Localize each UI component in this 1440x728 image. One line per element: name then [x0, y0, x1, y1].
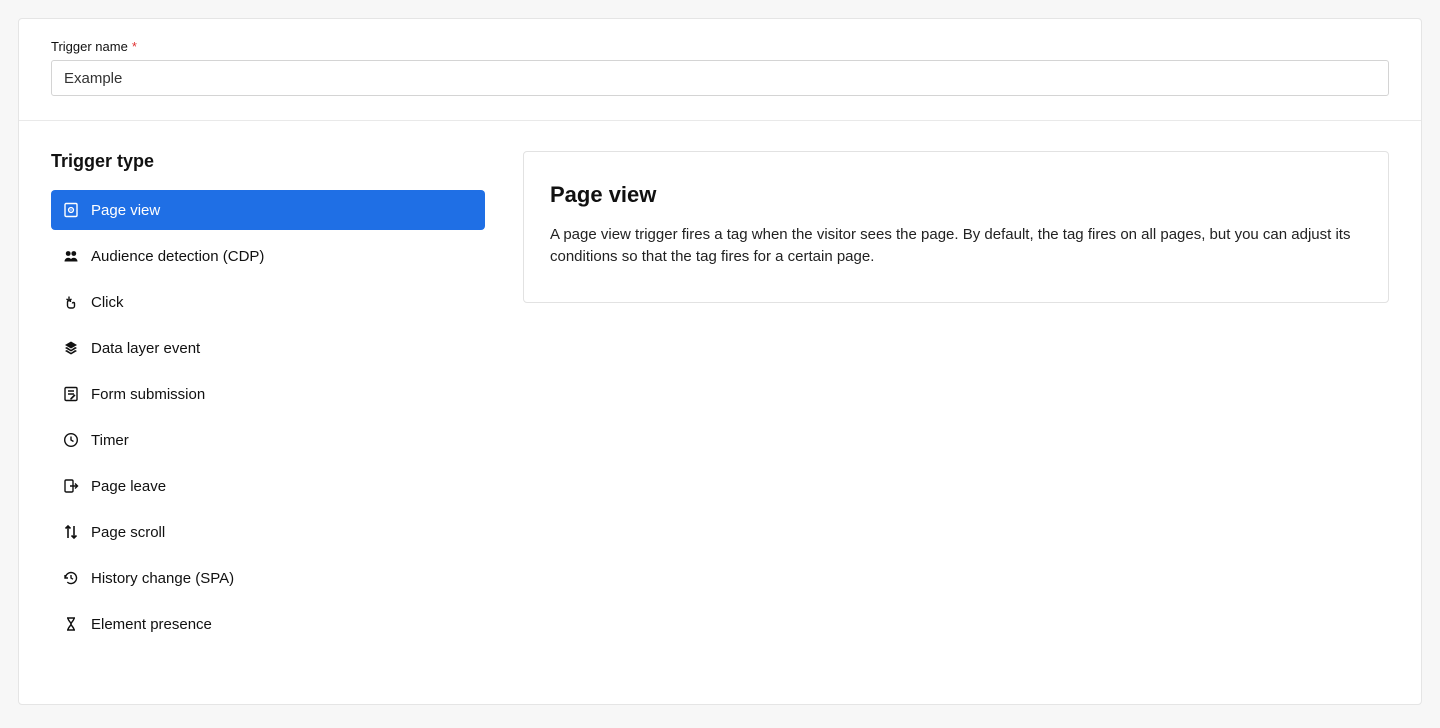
trigger-type-label: Page scroll [91, 524, 165, 541]
trigger-type-data-layer-event[interactable]: Data layer event [51, 328, 485, 368]
trigger-type-click[interactable]: Click [51, 282, 485, 322]
history-icon [63, 570, 79, 586]
trigger-type-label: Timer [91, 432, 129, 449]
page-view-icon [63, 202, 79, 218]
trigger-type-heading: Trigger type [51, 151, 485, 172]
trigger-name-label-text: Trigger name [51, 39, 128, 54]
page-leave-icon [63, 478, 79, 494]
trigger-type-page-scroll[interactable]: Page scroll [51, 512, 485, 552]
trigger-type-label: Data layer event [91, 340, 200, 357]
trigger-name-input[interactable] [51, 60, 1389, 96]
trigger-type-form-submission[interactable]: Form submission [51, 374, 485, 414]
click-icon [63, 294, 79, 310]
trigger-name-label: Trigger name * [51, 39, 1389, 54]
trigger-type-audience-detection[interactable]: Audience detection (CDP) [51, 236, 485, 276]
trigger-type-section: Trigger type Page view [19, 121, 1421, 704]
trigger-type-page-leave[interactable]: Page leave [51, 466, 485, 506]
trigger-type-list: Page view Audience detection (CDP) [51, 190, 485, 650]
clock-icon [63, 432, 79, 448]
layers-icon [63, 340, 79, 356]
trigger-type-info-panel: Page view A page view trigger fires a ta… [523, 151, 1389, 303]
trigger-type-list-column: Trigger type Page view [51, 151, 485, 650]
hourglass-icon [63, 616, 79, 632]
trigger-type-element-presence[interactable]: Element presence [51, 604, 485, 644]
trigger-type-label: Click [91, 294, 124, 311]
page-scroll-icon [63, 524, 79, 540]
trigger-type-timer[interactable]: Timer [51, 420, 485, 460]
audience-icon [63, 248, 79, 264]
trigger-type-label: History change (SPA) [91, 570, 234, 587]
trigger-type-label: Audience detection (CDP) [91, 248, 264, 265]
form-submit-icon [63, 386, 79, 402]
trigger-type-history-change[interactable]: History change (SPA) [51, 558, 485, 598]
trigger-type-label: Page view [91, 202, 160, 219]
info-panel-description: A page view trigger fires a tag when the… [550, 224, 1362, 268]
trigger-name-section: Trigger name * [19, 19, 1421, 121]
trigger-card: Trigger name * Trigger type Page view [18, 18, 1422, 705]
trigger-type-info-column: Page view A page view trigger fires a ta… [523, 151, 1389, 303]
required-indicator: * [132, 39, 137, 54]
trigger-type-label: Form submission [91, 386, 205, 403]
info-panel-title: Page view [550, 182, 1362, 208]
trigger-type-label: Page leave [91, 478, 166, 495]
trigger-type-label: Element presence [91, 616, 212, 633]
trigger-type-page-view[interactable]: Page view [51, 190, 485, 230]
